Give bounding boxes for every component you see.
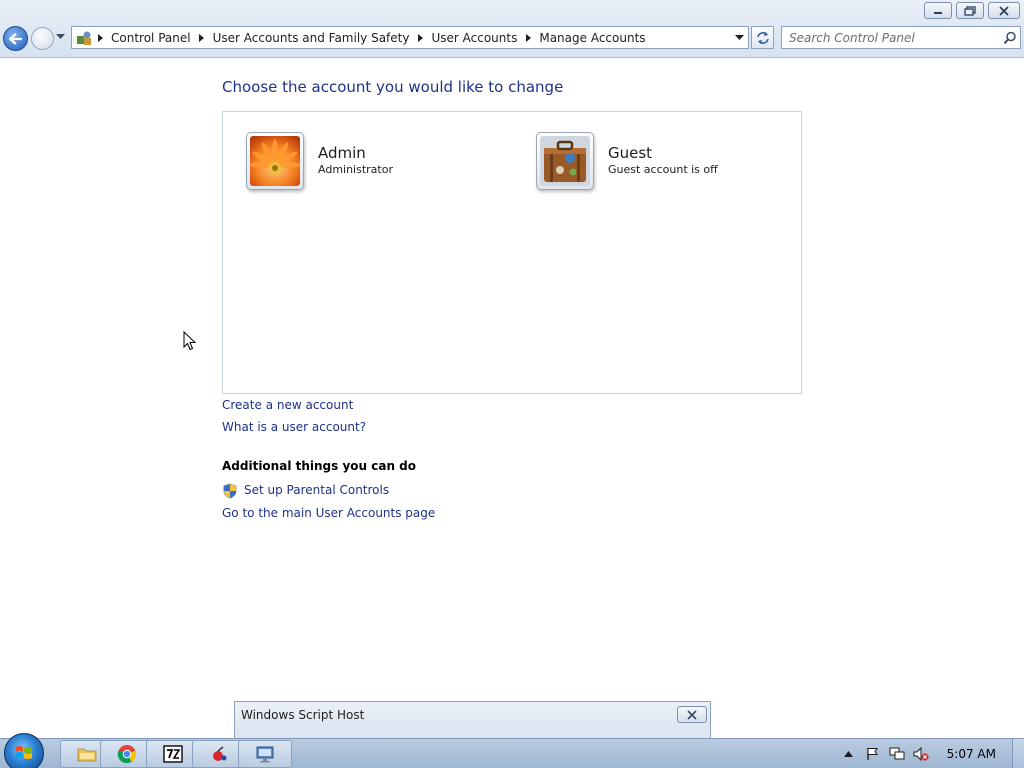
account-tile-admin[interactable]: Admin Administrator bbox=[246, 132, 393, 190]
chevron-up-icon bbox=[844, 751, 854, 757]
minimize-button[interactable] bbox=[924, 2, 952, 19]
breadcrumb-chevron-icon[interactable] bbox=[196, 33, 208, 42]
address-bar[interactable]: Control Panel User Accounts and Family S… bbox=[71, 26, 749, 49]
taskbar-remote-desktop[interactable] bbox=[238, 740, 292, 768]
folder-icon bbox=[77, 748, 97, 762]
recent-pages-dropdown-icon[interactable] bbox=[56, 34, 65, 40]
search-input[interactable] bbox=[782, 27, 1000, 48]
action-center-tray-button[interactable] bbox=[865, 746, 881, 762]
forward-button[interactable] bbox=[31, 27, 54, 50]
network-icon bbox=[889, 747, 905, 760]
orange-flower-icon bbox=[250, 136, 300, 186]
search-box[interactable] bbox=[781, 26, 1021, 49]
guest-account-text[interactable]: Guest Guest account is off bbox=[608, 144, 718, 176]
network-tray-button[interactable] bbox=[889, 746, 905, 762]
volume-tray-button[interactable] bbox=[913, 746, 929, 762]
restore-button[interactable] bbox=[956, 2, 984, 19]
additional-section-title: Additional things you can do bbox=[222, 459, 417, 473]
taskbar-clock[interactable]: 5:07 AM bbox=[947, 747, 996, 761]
control-panel-window: Control Panel User Accounts and Family S… bbox=[0, 0, 1024, 768]
title-bar: Control Panel User Accounts and Family S… bbox=[0, 0, 1024, 58]
back-button[interactable] bbox=[3, 26, 28, 51]
breadcrumb-manage-accounts[interactable]: Manage Accounts bbox=[534, 31, 650, 45]
search-icon[interactable] bbox=[1000, 28, 1020, 48]
breadcrumb-chevron-icon[interactable] bbox=[94, 33, 106, 42]
parental-controls-link[interactable]: Set up Parental Controls bbox=[244, 483, 389, 497]
admin-account-picture[interactable] bbox=[246, 132, 304, 190]
mouse-pointer-icon bbox=[183, 331, 197, 351]
refresh-button[interactable] bbox=[751, 26, 774, 49]
refresh-icon bbox=[756, 31, 769, 44]
start-button[interactable] bbox=[4, 733, 44, 768]
breadcrumb-user-accounts-family-safety[interactable]: User Accounts and Family Safety bbox=[208, 31, 415, 45]
back-arrow-icon bbox=[8, 32, 22, 45]
address-dropdown-icon[interactable] bbox=[732, 30, 746, 46]
uac-shield-icon bbox=[223, 483, 237, 499]
show-hidden-icons-button[interactable] bbox=[841, 746, 857, 762]
speaker-muted-icon bbox=[913, 747, 929, 761]
chrome-icon bbox=[117, 745, 137, 764]
guest-account-picture[interactable] bbox=[536, 132, 594, 190]
show-desktop-button[interactable] bbox=[1012, 739, 1024, 768]
what-is-user-account-link[interactable]: What is a user account? bbox=[222, 420, 366, 434]
account-name[interactable]: Guest bbox=[608, 144, 718, 162]
page-heading: Choose the account you would like to cha… bbox=[222, 78, 564, 96]
flag-icon bbox=[866, 748, 878, 760]
close-button[interactable] bbox=[988, 2, 1020, 19]
close-icon bbox=[999, 5, 1009, 16]
restore-icon bbox=[964, 5, 976, 16]
dialog-title: Windows Script Host bbox=[241, 708, 365, 722]
taskbar: 5:07 AM bbox=[0, 733, 1024, 768]
window-controls bbox=[924, 2, 1020, 19]
accounts-panel: Admin Administrator Guest Guest account … bbox=[222, 111, 802, 394]
main-user-accounts-link[interactable]: Go to the main User Accounts page bbox=[222, 506, 435, 520]
system-tray: 5:07 AM bbox=[841, 739, 1024, 768]
create-account-link[interactable]: Create a new account bbox=[222, 398, 353, 412]
7zip-icon bbox=[163, 745, 183, 763]
breadcrumb-chevron-icon[interactable] bbox=[522, 33, 534, 42]
suitcase-icon bbox=[540, 136, 590, 186]
breadcrumb-control-panel[interactable]: Control Panel bbox=[106, 31, 196, 45]
breadcrumb-user-accounts[interactable]: User Accounts bbox=[426, 31, 522, 45]
account-tile-guest[interactable]: Guest Guest account is off bbox=[536, 132, 718, 190]
red-app-icon bbox=[213, 746, 227, 761]
monitor-icon bbox=[256, 746, 274, 763]
dialog-close-button[interactable] bbox=[677, 706, 707, 723]
minimize-icon bbox=[934, 11, 942, 14]
admin-account-text[interactable]: Admin Administrator bbox=[318, 144, 393, 176]
account-type: Administrator bbox=[318, 163, 393, 176]
account-status: Guest account is off bbox=[608, 163, 718, 176]
account-name[interactable]: Admin bbox=[318, 144, 393, 162]
windows-script-host-dialog[interactable]: Windows Script Host bbox=[234, 701, 711, 741]
windows-logo-icon bbox=[16, 746, 32, 759]
breadcrumb-chevron-icon[interactable] bbox=[414, 33, 426, 42]
close-icon bbox=[687, 709, 697, 720]
control-panel-icon bbox=[74, 28, 94, 48]
